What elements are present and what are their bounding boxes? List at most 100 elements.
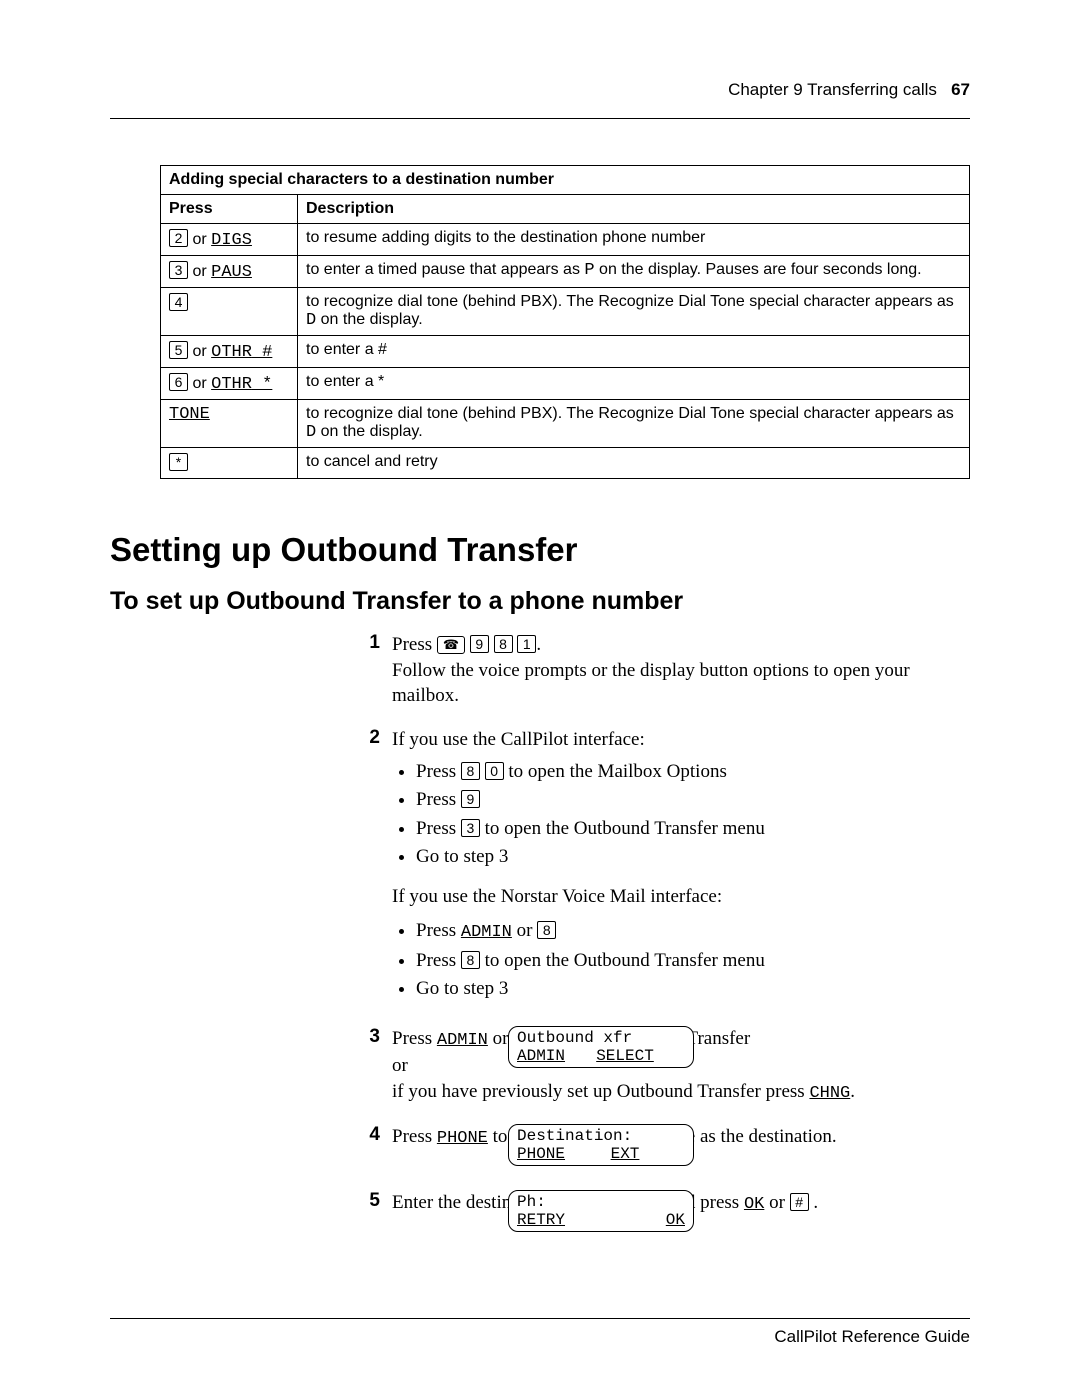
press-cell: 2 or DIGS [161,224,298,256]
desc-cell: to resume adding digits to the destinati… [298,224,970,256]
lcd-softkey: EXT [611,1145,640,1163]
step-1: 1 Press ☎ 9 8 1. Follow the voice prompt… [350,632,970,709]
step-number: 5 [350,1190,380,1238]
desc-cell: to cancel and retry [298,448,970,479]
keycap-icon: 3 [169,261,188,279]
steps-list: 1 Press ☎ 9 8 1. Follow the voice prompt… [350,632,970,1238]
section-heading: Setting up Outbound Transfer [110,531,970,569]
desc-cell: to recognize dial tone (behind PBX). The… [298,400,970,448]
keycap-icon: 4 [169,293,188,311]
lcd-softkey: RETRY [517,1211,565,1229]
bullet-list: Press 8 0 to open the Mailbox Options Pr… [416,759,970,871]
list-item: Press 8 0 to open the Mailbox Options [416,759,970,785]
list-item: Go to step 3 [416,844,970,870]
step-number: 4 [350,1124,380,1172]
step-number: 3 [350,1026,380,1106]
lcd-softkey: OK [666,1211,685,1229]
desc-cell: to recognize dial tone (behind PBX). The… [298,288,970,336]
softkey-label: CHNG [809,1084,850,1103]
keycap-icon: # [790,1193,809,1211]
step-body: Press ☎ 9 8 1. Follow the voice prompts … [392,632,970,709]
step-number: 1 [350,632,380,709]
table-row: * to cancel and retry [161,448,970,479]
desc-cell: to enter a # [298,336,970,368]
press-cell: TONE [161,400,298,448]
lcd-line2: PHONE EXT [517,1145,685,1163]
keycap-icon: 8 [494,635,513,653]
table-header-row: Press Description [161,195,970,224]
lcd-display: Outbound xfr ADMIN SELECT [508,1026,694,1068]
bullet-list: Press ADMIN or 8 Press 8 to open the Out… [416,918,970,1002]
softkey-label: DIGS [211,231,252,250]
chapter-label: Chapter 9 Transferring calls [728,80,937,99]
press-cell: 5 or OTHR # [161,336,298,368]
lcd-softkey: PHONE [517,1145,565,1163]
lcd-line2: RETRY OK [517,1211,685,1229]
softkey-label: PHONE [437,1129,488,1148]
step-2: 2 If you use the CallPilot interface: Pr… [350,727,970,1008]
lcd-line2: ADMIN SELECT [517,1047,685,1065]
col-press-header: Press [161,195,298,224]
lcd-line1: Outbound xfr [517,1029,685,1047]
feature-key-icon: ☎ [437,636,465,654]
lcd-softkey: ADMIN [517,1047,565,1065]
press-cell: * [161,448,298,479]
table-title: Adding special characters to a destinati… [161,166,970,195]
header-rule [110,118,970,119]
keycap-icon: 9 [461,790,480,808]
col-desc-header: Description [298,195,970,224]
subsection-heading: To set up Outbound Transfer to a phone n… [110,587,970,616]
keycap-icon: 5 [169,341,188,359]
press-cell: 4 [161,288,298,336]
keycap-icon: 2 [169,229,188,247]
table-row: 4 to recognize dial tone (behind PBX). T… [161,288,970,336]
step-number: 2 [350,727,380,1008]
keycap-icon: * [169,453,188,471]
list-item: Press 3 to open the Outbound Transfer me… [416,816,970,842]
page-number: 67 [951,80,970,99]
desc-cell: to enter a timed pause that appears as P… [298,256,970,288]
press-cell: 6 or OTHR * [161,368,298,400]
softkey-label: ADMIN [437,1031,488,1050]
page: Chapter 9 Transferring calls 67 Adding s… [0,0,1080,1397]
softkey-label: PAUS [211,263,252,282]
table-title-row: Adding special characters to a destinati… [161,166,970,195]
lcd-display: Ph: RETRY OK [508,1190,694,1232]
softkey-label: TONE [169,405,210,424]
table-row: 3 or PAUS to enter a timed pause that ap… [161,256,970,288]
table-row: 6 or OTHR * to enter a * [161,368,970,400]
display-screen-5: Ph: RETRY OK [508,1190,694,1232]
list-item: Press 8 to open the Outbound Transfer me… [416,948,970,974]
keycap-icon: 3 [461,819,480,837]
display-screen-4: Destination: PHONE EXT [508,1124,694,1166]
list-item: Press 9 [416,787,970,813]
table-row: 2 or DIGS to resume adding digits to the… [161,224,970,256]
softkey-label: ADMIN [461,923,512,942]
lcd-line1: Ph: [517,1193,685,1211]
page-header: Chapter 9 Transferring calls 67 [110,80,970,100]
softkey-label: OTHR [211,343,252,362]
special-chars-table-wrap: Adding special characters to a destinati… [160,165,970,479]
list-item: Go to step 3 [416,976,970,1002]
lcd-line1: Destination: [517,1127,685,1145]
display-screen-3: Outbound xfr ADMIN SELECT [508,1026,694,1068]
keycap-icon: 8 [537,921,556,939]
table-row: 5 or OTHR # to enter a # [161,336,970,368]
keycap-icon: 8 [461,762,480,780]
lcd-softkey: SELECT [596,1047,654,1065]
page-footer: CallPilot Reference Guide [110,1318,970,1347]
special-chars-table: Adding special characters to a destinati… [160,165,970,479]
lcd-display: Destination: PHONE EXT [508,1124,694,1166]
keycap-icon: 1 [517,635,536,653]
step-body: If you use the CallPilot interface: Pres… [392,727,970,1008]
keycap-icon: 0 [485,762,504,780]
keycap-icon: 8 [461,951,480,969]
desc-cell: to enter a * [298,368,970,400]
keycap-icon: 6 [169,373,188,391]
softkey-label: OK [744,1195,764,1214]
softkey-label: OTHR [211,375,252,394]
table-row: TONE to recognize dial tone (behind PBX)… [161,400,970,448]
list-item: Press ADMIN or 8 [416,918,970,945]
footer-text: CallPilot Reference Guide [774,1327,970,1346]
keycap-icon: 9 [470,635,489,653]
